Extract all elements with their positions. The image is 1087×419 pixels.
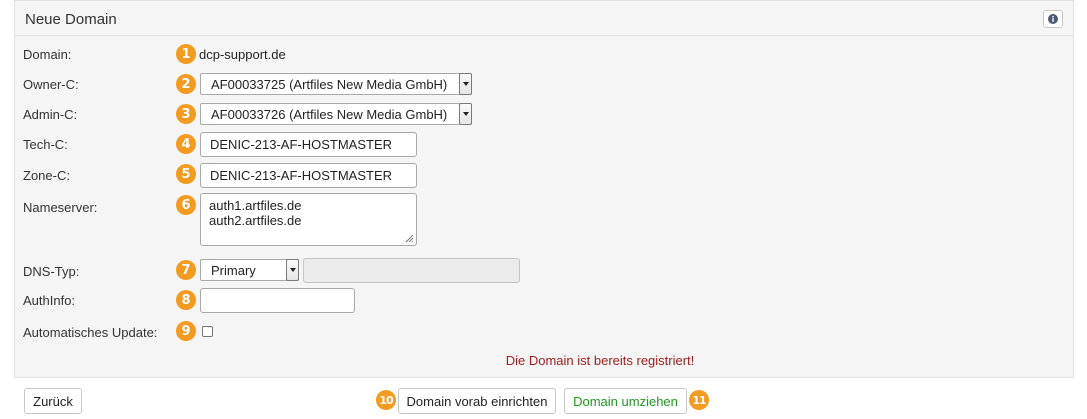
tech-c-input[interactable]: DENIC-213-AF-HOSTMASTER <box>200 132 417 157</box>
page-title: Neue Domain <box>25 11 117 28</box>
dns-typ-selected: Primary <box>211 262 256 278</box>
nameserver-line: auth2.artfiles.de <box>209 213 302 228</box>
nameserver-line: auth1.artfiles.de <box>209 198 302 213</box>
auto-update-checkbox[interactable] <box>202 326 213 337</box>
authinfo-label: AuthInfo: <box>23 293 76 308</box>
step-badge-5: 5 <box>176 164 196 184</box>
step-badge-10: 10 <box>376 390 396 410</box>
resize-grip-icon[interactable] <box>404 233 414 243</box>
info-button[interactable] <box>1043 10 1063 28</box>
admin-c-label: Admin-C: <box>23 107 78 122</box>
step-badge-4: 4 <box>176 134 196 154</box>
error-message: Die Domain ist bereits registriert! <box>505 353 695 368</box>
owner-c-label: Owner-C: <box>23 77 79 92</box>
step-badge-2: 2 <box>176 74 196 94</box>
step-badge-1: 1 <box>176 44 196 64</box>
domain-form-panel: Domain: 1 dcp-support.de Owner-C: 2 AF00… <box>14 35 1074 378</box>
setup-domain-button[interactable]: Domain vorab einrichten <box>398 388 556 414</box>
nameserver-textarea[interactable]: auth1.artfiles.de auth2.artfiles.de <box>200 193 417 246</box>
info-icon <box>1048 14 1058 24</box>
dns-typ-label: DNS-Typ: <box>23 264 80 279</box>
step-badge-11: 11 <box>689 390 709 410</box>
authinfo-input[interactable] <box>200 288 355 313</box>
transfer-domain-button[interactable]: Domain umziehen <box>564 388 687 414</box>
admin-c-selected: AF00033726 (Artfiles New Media GmbH) <box>211 106 448 122</box>
step-badge-8: 8 <box>176 290 196 310</box>
dns-typ-select[interactable]: Primary <box>200 258 299 281</box>
nameserver-label: Nameserver: <box>23 200 98 215</box>
domain-label: Domain: <box>23 47 72 62</box>
zone-c-label: Zone-C: <box>23 168 70 183</box>
dns-typ-extra-input <box>303 258 520 283</box>
chevron-down-icon <box>459 102 472 125</box>
back-button[interactable]: Zurück <box>24 388 82 414</box>
page-header: Neue Domain <box>14 0 1074 35</box>
chevron-down-icon <box>459 72 472 95</box>
step-badge-9: 9 <box>176 321 196 341</box>
chevron-down-icon <box>286 258 299 281</box>
owner-c-selected: AF00033725 (Artfiles New Media GmbH) <box>211 76 448 92</box>
tech-c-label: Tech-C: <box>23 137 68 152</box>
admin-c-select[interactable]: AF00033726 (Artfiles New Media GmbH) <box>200 102 472 125</box>
auto-update-label: Automatisches Update: <box>23 325 158 340</box>
step-badge-3: 3 <box>176 104 196 124</box>
step-badge-6: 6 <box>176 195 196 215</box>
domain-value: dcp-support.de <box>199 47 286 62</box>
owner-c-select[interactable]: AF00033725 (Artfiles New Media GmbH) <box>200 72 472 95</box>
zone-c-input[interactable]: DENIC-213-AF-HOSTMASTER <box>200 163 417 188</box>
step-badge-7: 7 <box>176 260 196 280</box>
